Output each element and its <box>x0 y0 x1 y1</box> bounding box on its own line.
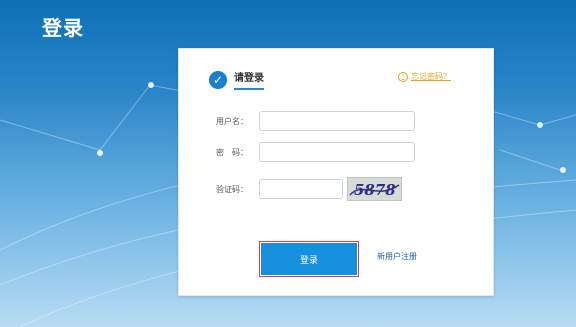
forgot-password-label: 忘记密码？ <box>411 72 451 81</box>
password-label: 密 码： <box>216 147 248 157</box>
captcha-input[interactable] <box>259 179 343 199</box>
page-title: 登录 <box>42 16 84 40</box>
login-button[interactable]: 登录 <box>259 241 359 277</box>
check-icon: ✓ <box>209 70 227 89</box>
captcha-label: 验证码： <box>216 184 248 194</box>
info-icon: ! <box>398 71 408 82</box>
username-row: 用户名： <box>179 111 415 131</box>
login-tab-label: 请登录 <box>234 69 264 90</box>
captcha-text: 5878 <box>354 181 396 199</box>
captcha-row: 验证码： 5878 <box>179 177 402 201</box>
register-link[interactable]: 新用户注册 <box>377 251 417 262</box>
forgot-password-link[interactable]: ! 忘记密码？ <box>398 71 451 82</box>
login-card: ✓ 请登录 ! 忘记密码？ 用户名： 密 码： 验证码： 5878 登录 新用户… <box>178 48 494 296</box>
username-input[interactable] <box>259 111 415 131</box>
login-tab[interactable]: ✓ 请登录 <box>209 69 264 90</box>
password-input[interactable] <box>259 142 415 162</box>
captcha-image[interactable]: 5878 <box>347 177 402 201</box>
captcha-graphic: 5878 <box>349 181 400 199</box>
username-label: 用户名： <box>216 116 248 126</box>
password-row: 密 码： <box>179 142 415 162</box>
